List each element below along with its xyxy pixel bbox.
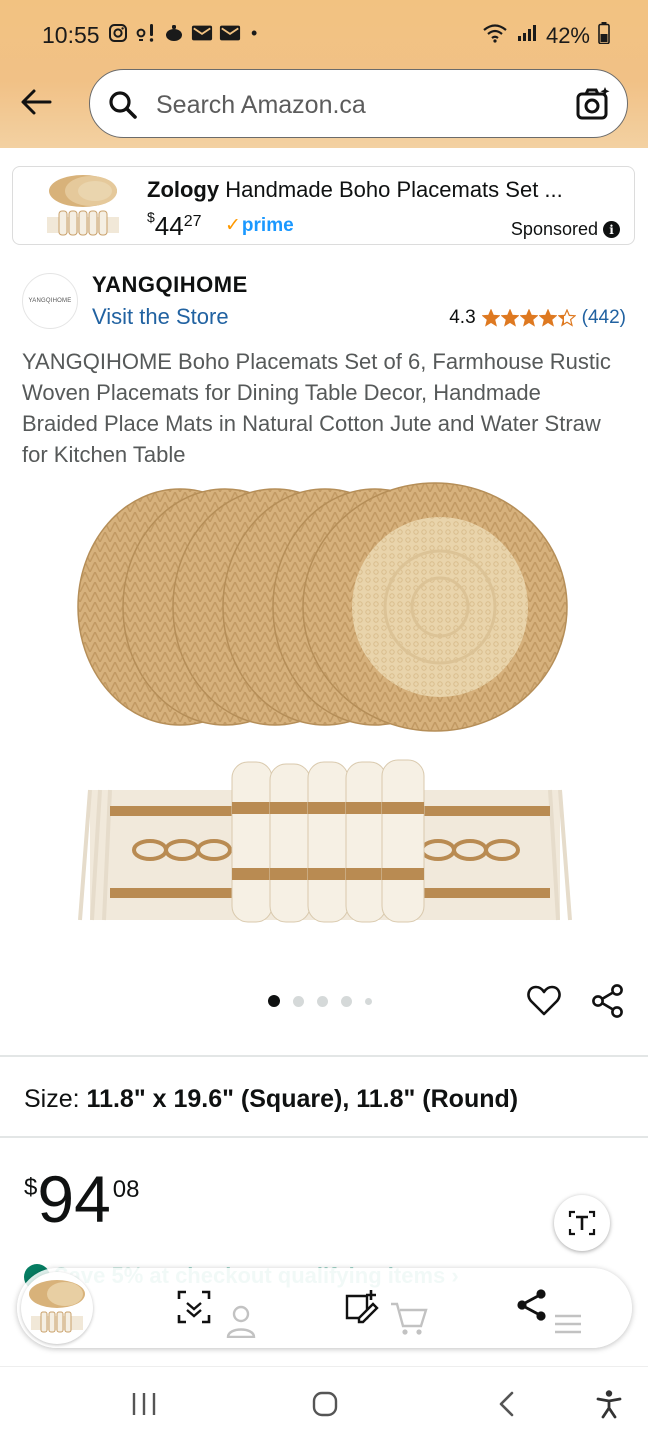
- star-icon: [519, 308, 539, 327]
- heart-icon[interactable]: [526, 983, 562, 1019]
- sponsored-product-title[interactable]: Zology Handmade Boho Placemats Set ...: [147, 177, 627, 203]
- battery-percent: 42%: [545, 23, 590, 48]
- recent-apps-icon[interactable]: [127, 1387, 161, 1421]
- share-icon-bar[interactable]: [515, 1288, 553, 1326]
- size-label: Size:: [24, 1085, 80, 1113]
- teapot-app-icon: [163, 22, 185, 44]
- brand-logo[interactable]: YANGQIHOME: [22, 273, 78, 329]
- rating-count[interactable]: (442): [582, 307, 626, 329]
- carousel-dot[interactable]: [317, 995, 328, 1007]
- mail-icon-2: [219, 22, 241, 44]
- floating-product-thumbnail[interactable]: [21, 1272, 93, 1344]
- cart-icon-faded: [389, 1300, 429, 1341]
- square-placemats: [78, 759, 572, 923]
- product-title: YANGQIHOME Boho Placemats Set of 6, Farm…: [22, 349, 611, 467]
- edit-compare-icon[interactable]: [343, 1288, 381, 1326]
- brand-logo-text: YANGQIHOME: [28, 298, 72, 304]
- account-icon-faded: [225, 1304, 257, 1343]
- notification-alert-icon: [135, 22, 157, 44]
- rating-summary[interactable]: 4.3 (442): [449, 307, 626, 329]
- sponsored-text: Sponsored: [510, 219, 598, 239]
- share-icon[interactable]: [590, 983, 626, 1019]
- carousel-dot[interactable]: [365, 997, 372, 1005]
- info-icon[interactable]: i: [603, 221, 620, 238]
- mail-icon: [191, 22, 213, 44]
- scan-icon[interactable]: [175, 1288, 213, 1326]
- rating-value: 4.3: [449, 307, 476, 328]
- section-divider: [0, 1055, 648, 1057]
- system-indicators: 42%: [482, 22, 610, 50]
- sponsored-brand: Zology: [147, 177, 220, 202]
- carousel-dot[interactable]: [293, 995, 304, 1007]
- size-value: 11.8" x 19.6" (Square), 11.8" (Round): [86, 1085, 519, 1113]
- prime-check-icon: ✓: [225, 215, 241, 236]
- visit-store-link[interactable]: Visit the Store: [92, 304, 229, 330]
- search-input[interactable]: Search Amazon.ca: [156, 88, 556, 122]
- sponsored-product-banner[interactable]: Zology Handmade Boho Placemats Set ... $…: [12, 166, 635, 245]
- back-nav-icon[interactable]: [490, 1387, 524, 1421]
- search-bar[interactable]: Search Amazon.ca: [89, 69, 628, 138]
- floating-action-bar: [17, 1268, 632, 1348]
- price-whole: 94: [37, 1162, 111, 1236]
- brand-name: YANGQIHOME: [92, 272, 248, 297]
- signal-icon: [516, 23, 538, 49]
- home-icon[interactable]: [308, 1387, 342, 1421]
- camera-search-icon[interactable]: [575, 86, 611, 122]
- notification-icons: •: [107, 22, 257, 44]
- price-currency: $: [24, 1174, 38, 1201]
- sponsored-product-thumbnail: [45, 173, 121, 239]
- menu-icon-faded: [553, 1312, 583, 1341]
- status-time: 10:55: [42, 22, 100, 48]
- section-divider-2: [0, 1136, 648, 1138]
- product-image[interactable]: [60, 472, 588, 942]
- sponsored-title-text: Handmade Boho Placemats Set ...: [225, 177, 563, 202]
- prime-badge: ✓prime: [225, 214, 294, 237]
- star-icon: [481, 308, 501, 327]
- wifi-icon: [482, 23, 508, 49]
- size-selector[interactable]: Size: 11.8" x 19.6" (Square), 11.8" (Rou…: [24, 1085, 518, 1114]
- product-price: $ 94 08: [24, 1164, 139, 1234]
- app-header: 10:55 • 42% Search Amazon.ca: [0, 0, 648, 148]
- sponsored-price-whole: 44: [154, 211, 184, 241]
- battery-icon: [598, 22, 610, 50]
- star-icon: [500, 308, 520, 327]
- sponsored-price-fraction: 27: [183, 213, 202, 230]
- sponsored-label[interactable]: Sponsored i: [511, 219, 620, 240]
- system-navigation-bar: [0, 1366, 648, 1440]
- image-carousel-dots[interactable]: [268, 995, 372, 1007]
- back-arrow-icon[interactable]: [16, 82, 56, 122]
- star-icon: [538, 308, 558, 327]
- search-icon: [108, 90, 138, 120]
- round-placemats: [77, 482, 568, 732]
- price-fraction: 08: [112, 1176, 140, 1203]
- text-translate-icon[interactable]: [554, 1195, 610, 1251]
- star-icon: [557, 308, 577, 327]
- prime-label: prime: [241, 215, 294, 236]
- sponsored-price: $4427: [147, 209, 202, 242]
- sponsored-price-currency: $: [147, 209, 155, 225]
- carousel-dot[interactable]: [341, 995, 352, 1007]
- accessibility-icon[interactable]: [592, 1387, 626, 1421]
- star-rating: [481, 308, 577, 327]
- more-notifications-dot: •: [251, 22, 258, 43]
- status-bar: 10:55 • 42%: [0, 0, 648, 68]
- instagram-icon: [107, 22, 129, 44]
- carousel-dot[interactable]: [268, 995, 280, 1007]
